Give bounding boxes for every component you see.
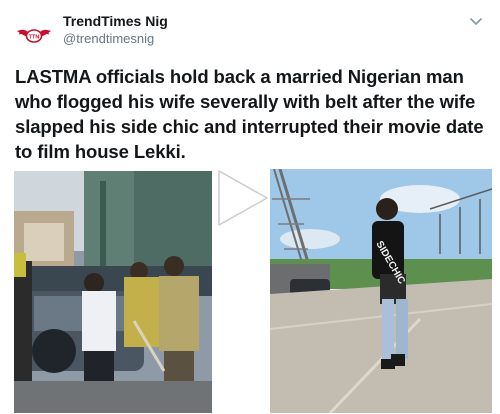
tweet-text: LASTMA officials hold back a married Nig… <box>15 66 484 162</box>
author-handle[interactable]: @trendtimesnig <box>63 31 154 46</box>
crowd-photo[interactable] <box>14 171 212 413</box>
tweet-card[interactable]: TTN TrendTimes Nig @trendtimesnig LASTMA… <box>0 0 500 414</box>
play-icon[interactable] <box>211 167 271 229</box>
trendtimes-logo-icon: TTN <box>17 29 51 43</box>
author-display-name[interactable]: TrendTimes Nig <box>63 13 168 29</box>
woman-photo[interactable]: SIDECHIC <box>270 169 492 413</box>
logo-text: TTN <box>29 34 40 40</box>
author-avatar[interactable]: TTN <box>14 16 54 56</box>
play-button[interactable] <box>211 167 271 229</box>
chevron-down-icon[interactable] <box>466 14 486 30</box>
